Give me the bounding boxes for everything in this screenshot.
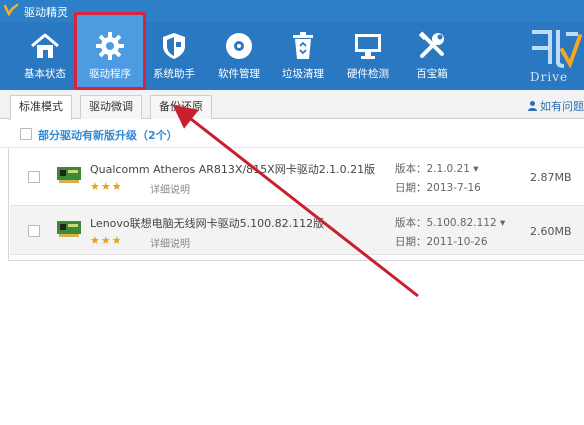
mode-tabs: 标准模式 驱动微调 备份还原 如有问题 bbox=[0, 90, 584, 120]
driver-checkbox[interactable] bbox=[28, 225, 40, 237]
update-section-header: 部分驱动有新版升级（2个） bbox=[0, 120, 584, 148]
section-title: 部分驱动有新版升级（2个） bbox=[38, 129, 178, 142]
toolbar-item-software-manager[interactable]: 软件管理 bbox=[206, 22, 272, 90]
window-title: 驱动精灵 bbox=[24, 6, 68, 19]
driver-size: 2.60MB bbox=[530, 225, 572, 238]
driver-name: Qualcomm Atheros AR813X/815X网卡驱动2.1.0.21… bbox=[90, 163, 376, 176]
toolbar-label: 百宝箱 bbox=[416, 68, 448, 80]
select-all-checkbox[interactable] bbox=[20, 128, 32, 140]
brand-logo: Drive bbox=[524, 22, 584, 90]
driver-date: 日期：2013-7-16 bbox=[395, 182, 481, 194]
version-select[interactable]: 版本：5.100.82.112 ▾ bbox=[395, 215, 505, 230]
tab-driver-tuning[interactable]: 驱动微调 bbox=[80, 95, 142, 119]
user-icon bbox=[528, 101, 537, 111]
help-link[interactable]: 如有问题 bbox=[527, 98, 584, 114]
main-toolbar: 基本状态 驱动程序 系统助手 软件管理 垃圾清理 硬件检测 百宝箱 Drive bbox=[0, 12, 584, 90]
toolbar-label: 硬件检测 bbox=[347, 68, 389, 80]
app-window: 驱动精灵 基本状态 驱动程序 系统助手 软件管理 垃圾清理 硬件检测 百宝箱 D… bbox=[0, 0, 584, 425]
driver-row: Lenovo联想电脑无线网卡驱动5.100.82.112版 ★★★ 详细说明 版… bbox=[10, 205, 584, 255]
shield-icon bbox=[163, 33, 185, 59]
toolbar-item-drivers[interactable]: 驱动程序 bbox=[74, 12, 146, 90]
toolbar-item-system-assistant[interactable]: 系统助手 bbox=[141, 22, 207, 90]
version-select[interactable]: 版本：2.1.0.21 ▾ bbox=[395, 161, 479, 176]
tab-standard-mode[interactable]: 标准模式 bbox=[10, 95, 72, 120]
driver-date: 日期：2011-10-26 bbox=[395, 236, 488, 248]
rating-stars: ★★★ bbox=[90, 180, 123, 193]
detail-link[interactable]: 详细说明 bbox=[150, 235, 190, 250]
toolbar-label: 垃圾清理 bbox=[282, 68, 324, 80]
toolbar-label: 驱动程序 bbox=[89, 68, 131, 80]
gear-icon bbox=[96, 32, 124, 60]
disc-icon bbox=[226, 33, 252, 59]
driver-checkbox[interactable] bbox=[28, 171, 40, 183]
driver-size: 2.87MB bbox=[530, 171, 572, 184]
toolbar-label: 系统助手 bbox=[153, 68, 195, 80]
tab-backup-restore[interactable]: 备份还原 bbox=[150, 95, 212, 119]
toolbar-item-hardware-check[interactable]: 硬件检测 bbox=[335, 22, 401, 90]
brand-mark-icon bbox=[532, 30, 582, 68]
toolbar-label: 软件管理 bbox=[218, 68, 260, 80]
driver-name: Lenovo联想电脑无线网卡驱动5.100.82.112版 bbox=[90, 217, 325, 230]
toolbar-item-junk-cleanup[interactable]: 垃圾清理 bbox=[270, 22, 336, 90]
app-logo-icon bbox=[4, 3, 18, 17]
network-card-icon bbox=[57, 167, 81, 183]
network-card-icon bbox=[57, 221, 81, 237]
toolbar-item-toolbox[interactable]: 百宝箱 bbox=[399, 22, 465, 90]
recycle-bin-icon bbox=[293, 32, 313, 59]
toolbar-item-basic-status[interactable]: 基本状态 bbox=[12, 22, 78, 90]
home-icon bbox=[31, 33, 59, 58]
rating-stars: ★★★ bbox=[90, 234, 123, 247]
brand-text: Drive bbox=[530, 70, 569, 84]
monitor-icon bbox=[355, 34, 381, 59]
help-label: 如有问题 bbox=[540, 100, 584, 113]
driver-row: Qualcomm Atheros AR813X/815X网卡驱动2.1.0.21… bbox=[10, 152, 584, 202]
detail-link[interactable]: 详细说明 bbox=[150, 181, 190, 196]
toolbar-label: 基本状态 bbox=[24, 68, 66, 80]
tools-icon bbox=[418, 31, 444, 58]
